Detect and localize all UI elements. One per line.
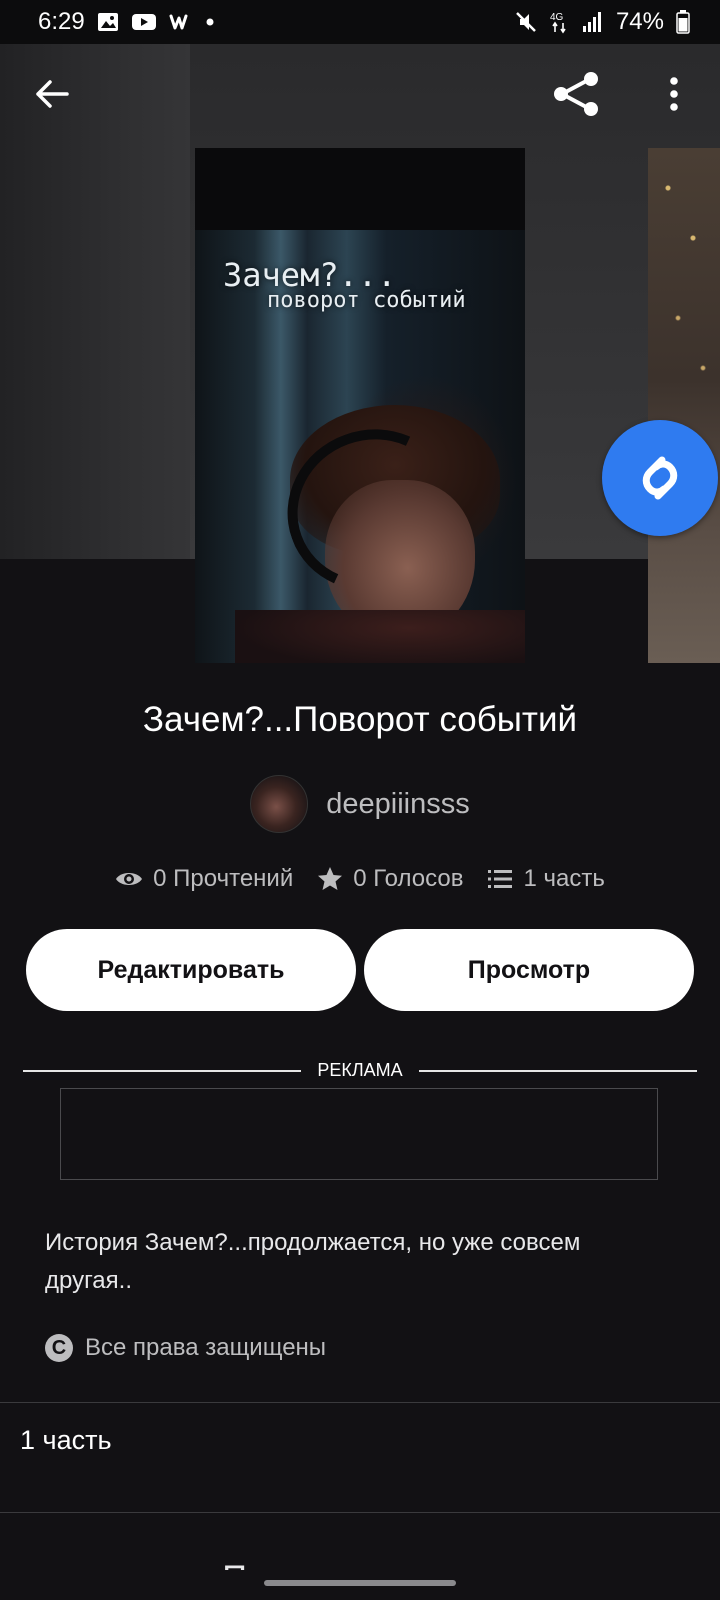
section-divider-bottom [0,1512,720,1513]
top-toolbar [0,44,720,144]
youtube-notification-icon [131,12,157,32]
votes-stat: 0 Голосов [317,865,463,893]
author-row[interactable]: deepiiinsss [0,775,720,833]
section-divider-top [0,1402,720,1403]
shazam-floating-button[interactable] [602,420,718,536]
share-button[interactable] [546,64,606,124]
status-left: 6:29 [38,8,215,36]
mute-icon [514,10,538,34]
svg-text:4G: 4G [550,12,564,23]
battery-icon [676,10,690,34]
cover-shirt-shape [235,610,525,663]
author-avatar[interactable] [250,775,309,833]
parts-stat: 1 часть [487,865,605,893]
wattpad-notification-icon [169,12,193,32]
author-name[interactable]: deepiiinsss [326,788,469,821]
next-story-cover[interactable] [648,148,720,663]
back-button[interactable] [22,64,82,124]
preview-button[interactable]: Просмотр [364,929,694,1011]
list-icon [488,870,513,888]
more-notifications-dot-icon [205,17,215,27]
ad-divider-right [418,1069,698,1072]
status-time: 6:29 [38,8,85,35]
status-bar: 6:29 4G 74% [0,0,720,44]
ad-label: РЕКЛАМА [317,1060,403,1080]
similar-stories-heading: Похожие истории [0,1548,720,1570]
cover-title-line2: поворот событий [267,288,466,313]
gesture-nav-handle[interactable] [264,1580,456,1586]
share-icon [554,72,598,116]
network-4g-icon: 4G [550,10,570,34]
more-vertical-icon [670,77,678,111]
signal-icon [582,11,604,33]
edit-button[interactable]: Редактировать [26,929,356,1011]
story-details-screen: 6:29 4G 74% Зачем?... поворот событий За… [0,0,720,1600]
reads-stat: 0 Прочтений [115,865,293,893]
ad-slot[interactable] [60,1088,658,1180]
parts-count: 1 часть [523,865,605,892]
copyright-icon: C [45,1334,73,1362]
story-description: История Зачем?...продолжается, но уже со… [45,1229,581,1294]
votes-count: 0 Голосов [353,865,464,892]
ad-divider-left [23,1069,302,1072]
more-options-button[interactable] [644,64,704,124]
stats-row: 0 Прочтений 0 Голосов 1 часть [0,865,720,893]
eye-icon [116,873,143,885]
arrow-left-icon [36,80,69,108]
story-cover[interactable]: Зачем?... поворот событий [195,148,525,663]
gallery-notification-icon [97,12,119,32]
status-right: 4G 74% [514,8,690,36]
shazam-icon [642,456,678,500]
battery-percent: 74% [615,8,664,35]
copyright-row: C Все права защищены [45,1334,326,1362]
copyright-text: Все права защищены [85,1334,327,1361]
ad-label-row: РЕКЛАМА [23,1060,698,1081]
star-icon [318,867,343,890]
story-title: Зачем?...Поворот событий [142,700,578,739]
parts-list-header[interactable]: 1 часть [20,1425,112,1456]
reads-count: 0 Прочтений [153,865,294,892]
